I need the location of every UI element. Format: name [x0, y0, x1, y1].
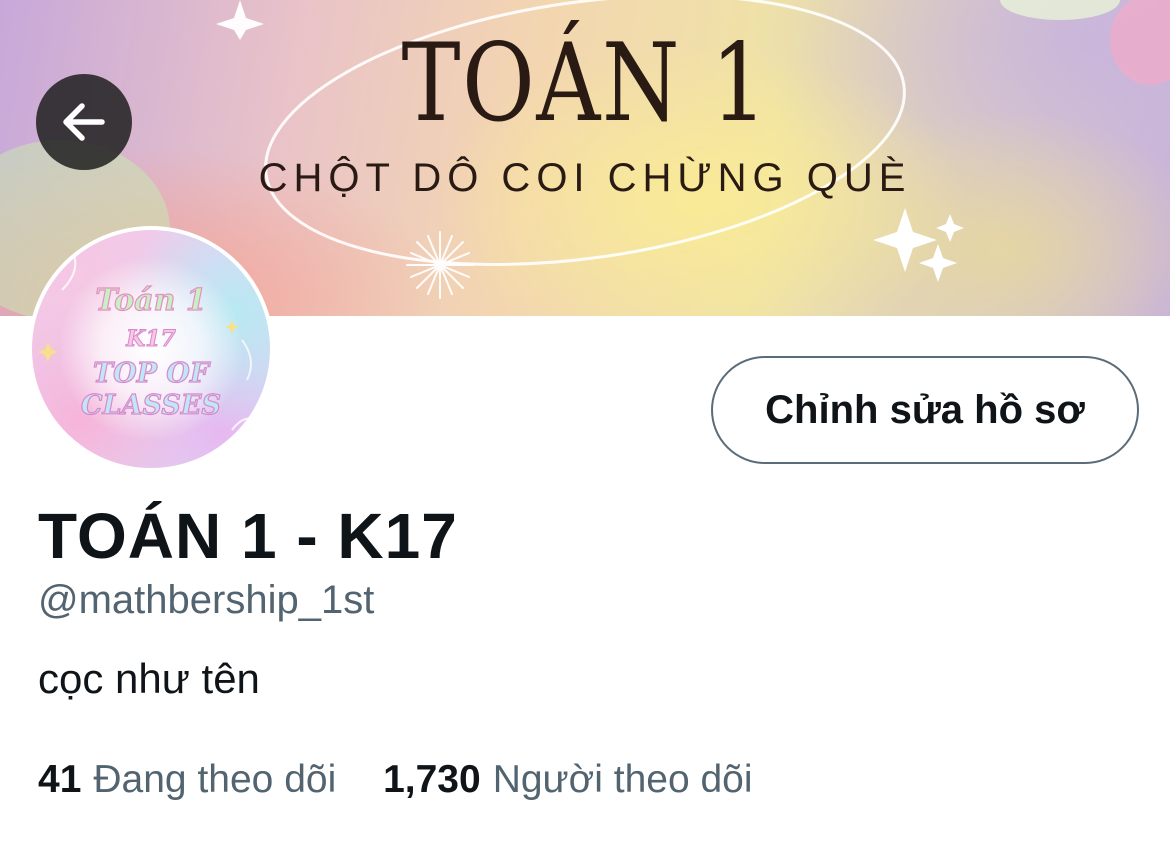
arrow-left-icon [63, 103, 105, 141]
avatar-line-2: K17 [126, 326, 177, 352]
avatar[interactable]: Toán 1 K17 TOP OF CLASSES [28, 226, 274, 472]
followers-label: Người theo dõi [492, 758, 753, 801]
user-handle: @mathbership_1st [38, 578, 375, 622]
avatar-line-4: CLASSES [80, 390, 221, 421]
avatar-line-1: Toán 1 [95, 283, 208, 318]
starburst-icon [406, 231, 474, 299]
profile-bio: cọc như tên [38, 655, 260, 702]
avatar-line-3: TOP OF [92, 358, 209, 389]
following-label: Đang theo dõi [93, 758, 337, 801]
avatar-image: Toán 1 K17 TOP OF CLASSES [32, 230, 270, 468]
back-button[interactable] [36, 74, 132, 170]
display-name: TOÁN 1 - K17 [38, 500, 458, 572]
follow-stats: 41 Đang theo dõi 1,730 Người theo dõi [38, 760, 753, 799]
profile-page: TOÁN 1 CHỘT DÔ COI CHỪNG QUÈ Toán 1 K17 … [0, 0, 1170, 861]
edit-profile-button[interactable]: Chỉnh sửa hồ sơ [711, 356, 1139, 464]
following-link[interactable]: 41 Đang theo dõi [38, 760, 336, 799]
followers-count: 1,730 [383, 758, 481, 801]
banner-title: TOÁN 1 [401, 21, 769, 146]
followers-link[interactable]: 1,730 Người theo dõi [383, 760, 752, 799]
banner-subtitle: CHỘT DÔ COI CHỪNG QUÈ [258, 156, 912, 200]
following-count: 41 [38, 758, 82, 801]
